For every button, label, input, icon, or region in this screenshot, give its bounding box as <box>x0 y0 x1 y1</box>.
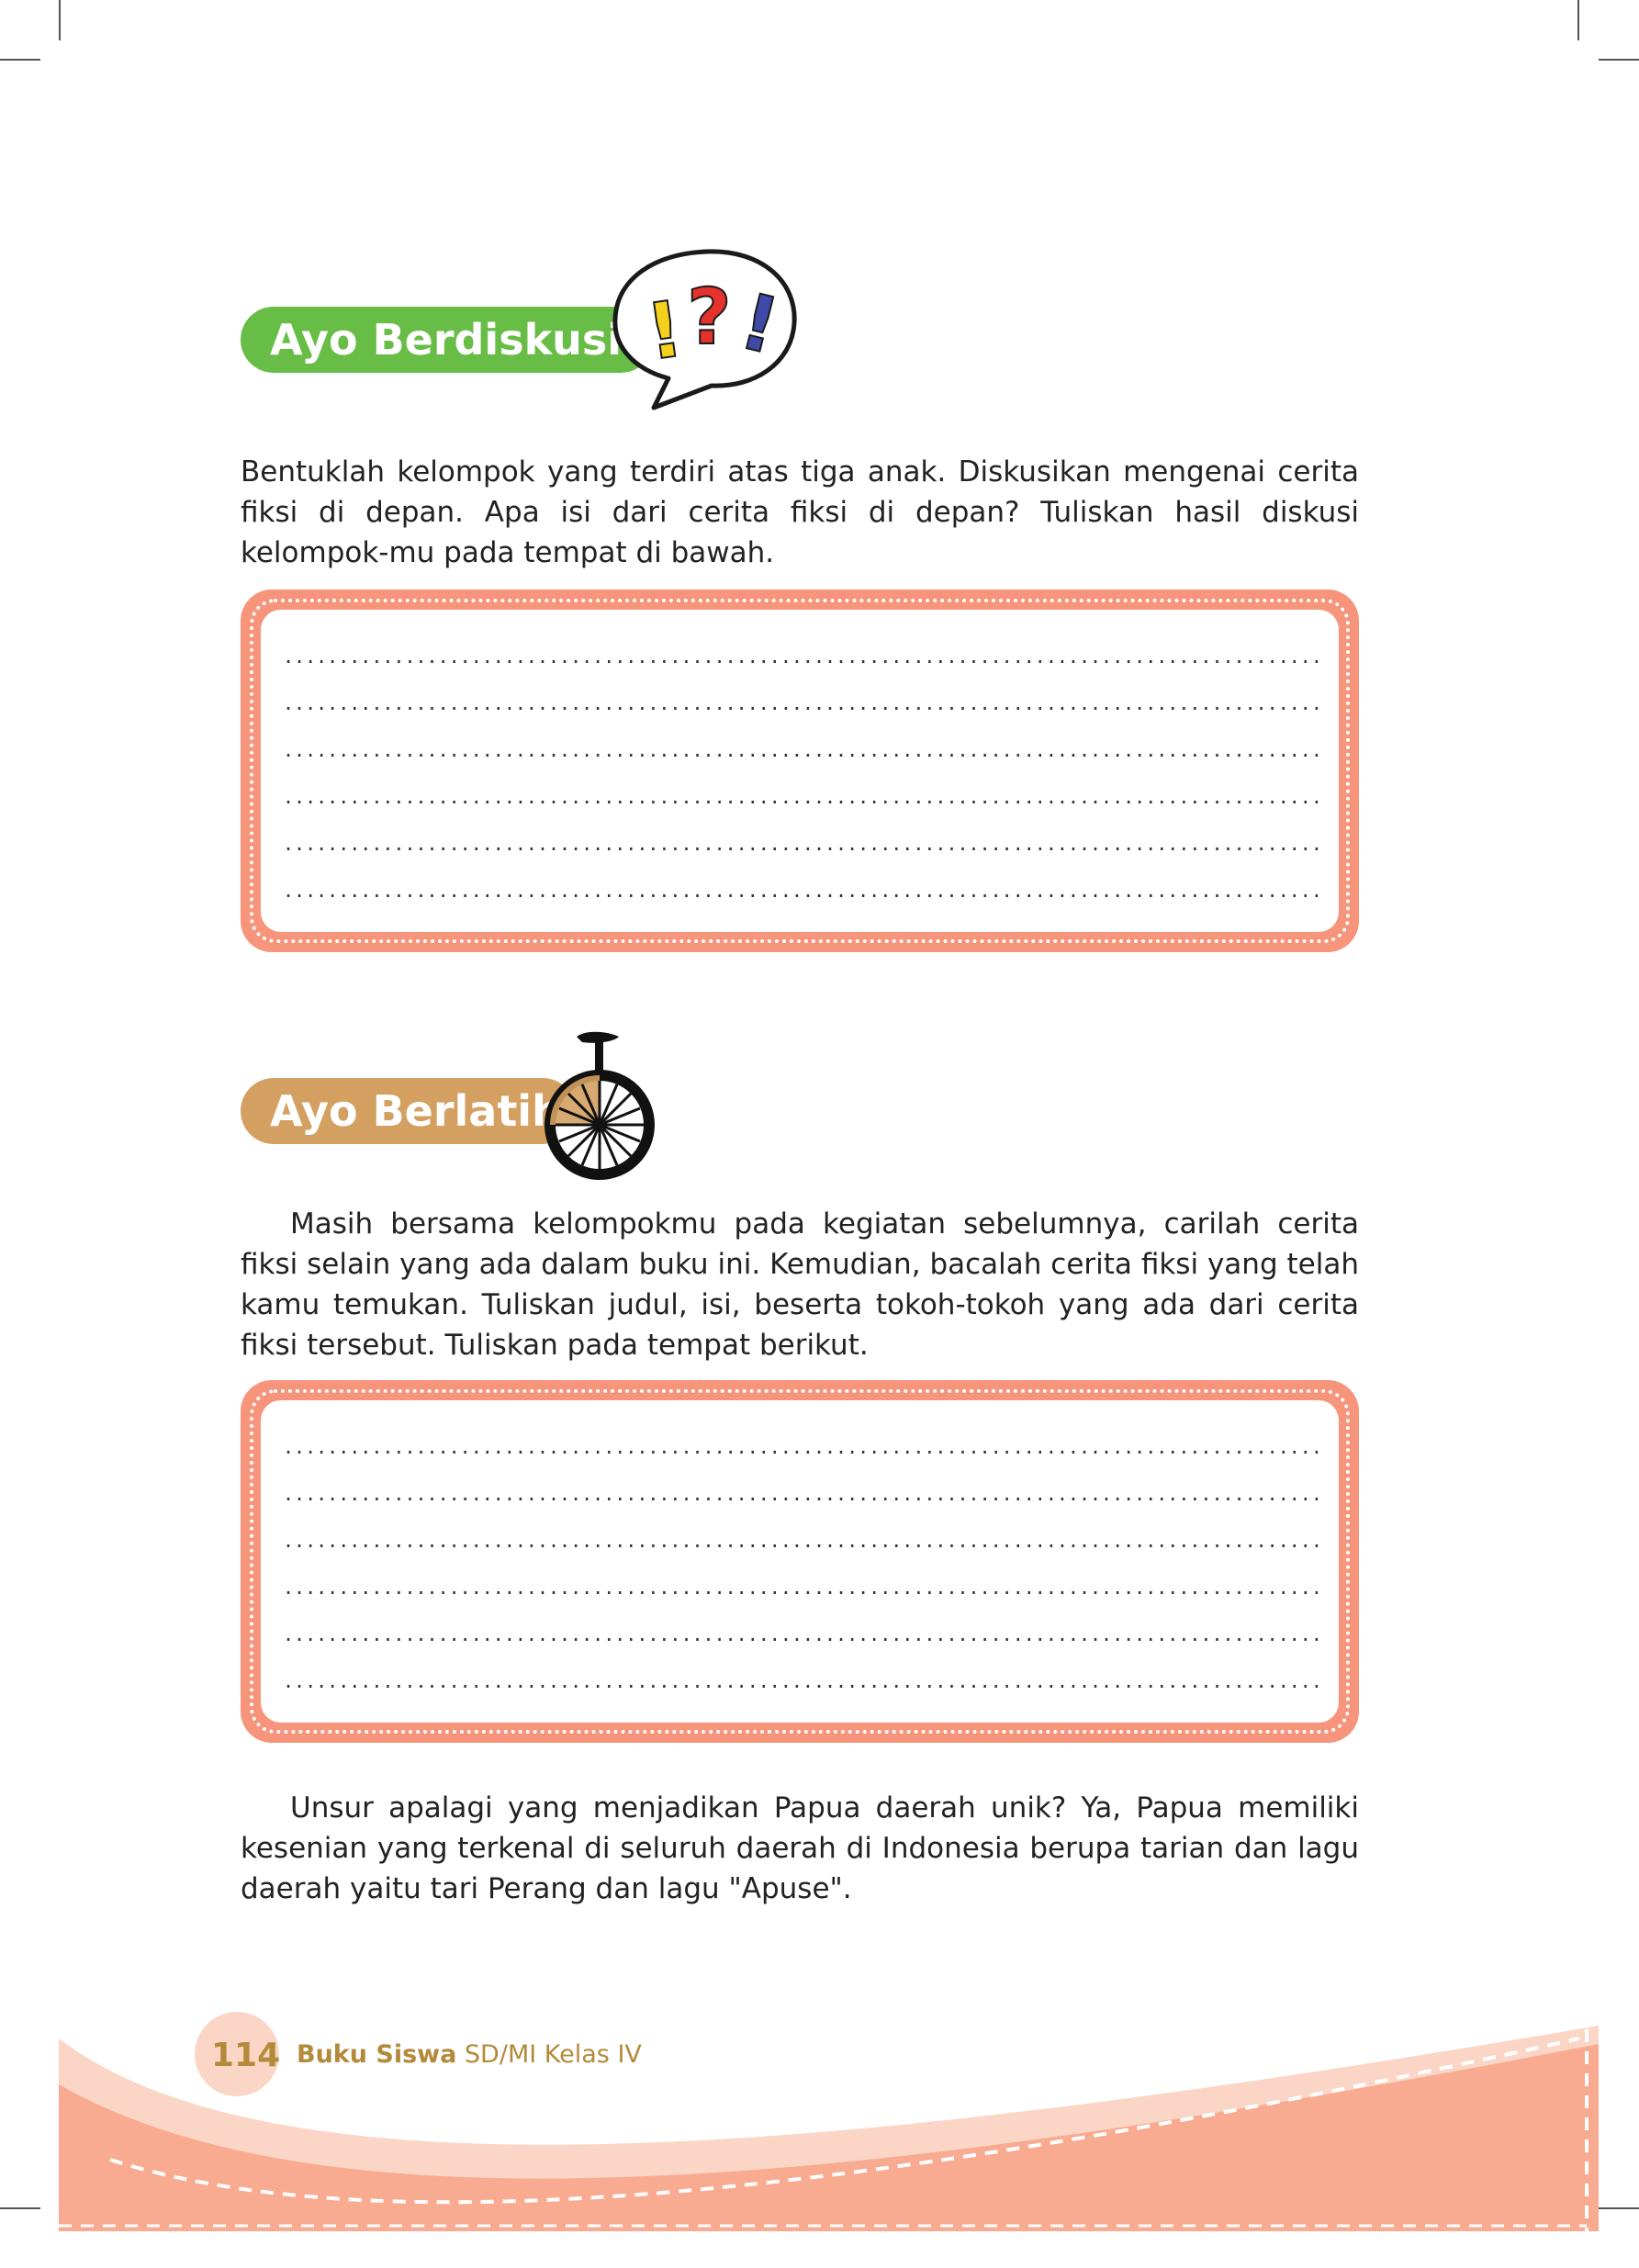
page-number: 114 <box>211 2037 281 2074</box>
answer-line[interactable]: ........................................… <box>283 1471 1322 1517</box>
section-title-diskusi: Ayo Berdiskusi <box>241 307 654 373</box>
speech-bubble-icon: ! ? ! <box>612 249 797 410</box>
crop-mark <box>59 0 61 40</box>
crop-mark <box>1577 0 1579 40</box>
crop-mark <box>0 59 40 61</box>
closing-paragraph: Unsur apalagi yang menjadikan Papua daer… <box>241 1791 1359 1905</box>
section-title-berlatih-text: Ayo Berlatih <box>270 1086 562 1136</box>
answer-line[interactable]: ........................................… <box>283 1518 1322 1564</box>
book-title: Buku Siswa SD/MI Kelas IV <box>297 2040 642 2069</box>
unicycle-icon <box>544 1031 655 1180</box>
section-title-diskusi-text: Ayo Berdiskusi <box>270 315 623 365</box>
crop-mark <box>1599 59 1639 61</box>
answer-line[interactable]: ........................................… <box>283 1424 1322 1470</box>
answer-line[interactable]: ........................................… <box>283 774 1322 820</box>
answer-line[interactable]: ........................................… <box>283 821 1322 867</box>
diskusi-instructions: Bentuklah kelompok yang terdiri atas tig… <box>241 455 1359 569</box>
question-red: ? <box>687 272 732 362</box>
answer-line[interactable]: ........................................… <box>283 1658 1322 1704</box>
answer-line[interactable]: ........................................… <box>283 1611 1322 1657</box>
book-title-bold: Buku Siswa <box>297 2040 457 2069</box>
section-title-berlatih: Ayo Berlatih <box>241 1078 576 1144</box>
answer-line[interactable]: ........................................… <box>283 1565 1322 1611</box>
answer-line[interactable]: ........................................… <box>283 727 1322 773</box>
answer-line[interactable]: ........................................… <box>283 868 1322 914</box>
book-title-rest: SD/MI Kelas IV <box>464 2040 642 2069</box>
answer-line[interactable]: ........................................… <box>283 680 1322 726</box>
answer-line[interactable]: ........................................… <box>283 634 1322 679</box>
berlatih-instructions: Masih bersama kelompokmu pada kegiatan s… <box>241 1207 1359 1362</box>
